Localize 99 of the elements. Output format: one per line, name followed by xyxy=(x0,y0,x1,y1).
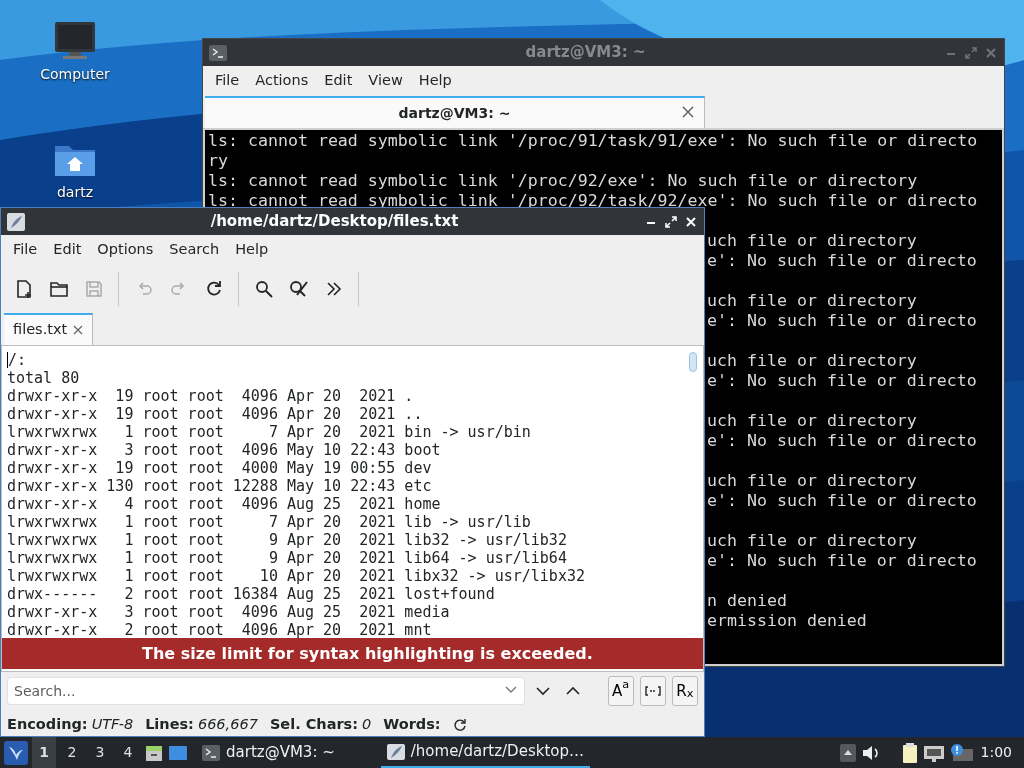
menu-item[interactable]: File xyxy=(5,239,46,261)
terminal-line: n denied xyxy=(707,591,787,611)
terminal-line: e': No such file or directo xyxy=(707,551,977,571)
workspace-button[interactable]: 2 xyxy=(60,737,84,768)
terminal-line: ls: cannot read symbolic link '/proc/92/task/92/exe': No such file or directo xyxy=(208,191,978,211)
task-label: /home/dartz/Desktop… xyxy=(410,741,584,763)
terminal-line: uch file or directory xyxy=(707,531,917,551)
search-icon xyxy=(253,279,274,299)
status-label: Sel. Chars: xyxy=(269,715,359,735)
text-cursor xyxy=(7,352,8,368)
workspace-button[interactable]: 1 xyxy=(32,737,56,768)
terminal-line: e': No such file or directo xyxy=(707,491,977,511)
menu-item[interactable]: View xyxy=(360,70,411,92)
terminal-line: e': No such file or directo xyxy=(707,431,977,451)
terminal-line: uch file or directory xyxy=(707,231,917,251)
status-value: UTF-8 xyxy=(91,715,134,735)
menu-item[interactable]: Edit xyxy=(45,239,90,261)
file-tab[interactable]: files.txt xyxy=(4,313,94,345)
terminal-icon xyxy=(209,44,227,61)
text-line: /: xyxy=(8,351,27,369)
chevron-up-icon xyxy=(566,686,581,696)
status-label: Words: xyxy=(383,715,441,735)
text-line: drwxr-xr-x 3 root root 4096 Aug 25 2021 media xyxy=(7,603,450,621)
floppy-icon xyxy=(83,279,104,299)
scrollbar-thumb[interactable] xyxy=(689,352,697,372)
feather-icon xyxy=(7,212,25,231)
taskbar-task[interactable]: dartz@VM3: ~ xyxy=(196,737,341,768)
terminal-line: uch file or directory xyxy=(707,411,917,431)
icon-label: Computer xyxy=(40,65,110,84)
text-line: drwxr-xr-x 19 root root 4096 Apr 20 2021 . xyxy=(7,387,414,405)
whole-word-button[interactable] xyxy=(639,676,666,706)
close-icon[interactable] xyxy=(682,106,694,118)
status-value: 666,667 xyxy=(197,715,258,735)
text-line: drwxr-xr-x 2 root root 4096 Apr 20 2021 mnt xyxy=(7,621,432,639)
text-line: drwxr-xr-x 130 root root 12288 May 10 22:43 etc xyxy=(7,477,432,495)
window-title: dartz@VM3: ~ xyxy=(524,42,647,64)
monitor-icon[interactable] xyxy=(53,20,97,60)
text-line: lrwxrwxrwx 1 root root 10 Apr 20 2021 libx32 -> usr/libx32 xyxy=(7,567,585,585)
text-line: drwxr-xr-x 3 root root 4096 May 10 22:43 boot xyxy=(7,441,441,459)
terminal-line: ls: cannot read symbolic link '/proc/92/exe': No such file or directory xyxy=(208,171,918,191)
taskbar-task[interactable]: /home/dartz/Desktop… xyxy=(380,737,590,768)
menu-item[interactable]: Options xyxy=(89,239,162,261)
status-label: Encoding: xyxy=(7,715,88,735)
task-label: dartz@VM3: ~ xyxy=(226,742,335,764)
search-field[interactable]: Search... xyxy=(7,677,525,705)
terminal-tab[interactable]: dartz@VM3: ~ xyxy=(205,96,705,128)
text-line: lrwxrwxrwx 1 root root 9 Apr 20 2021 lib64 -> usr/lib64 xyxy=(7,549,567,567)
clipboard-icon[interactable] xyxy=(900,741,919,764)
expand-tray-icon[interactable] xyxy=(838,742,857,763)
terminal-line: e': No such file or directo xyxy=(707,371,977,391)
icon-label: dartz xyxy=(56,183,94,202)
menu-item[interactable]: Help xyxy=(227,239,277,261)
status-label: Lines: xyxy=(145,715,194,735)
caret-icon[interactable] xyxy=(505,686,517,694)
terminal-line: uch file or directory xyxy=(707,291,917,311)
menu-item[interactable]: Edit xyxy=(316,70,361,92)
status-value: 0 xyxy=(362,715,372,735)
menu-item[interactable]: Help xyxy=(410,70,460,92)
terminal-line: e': No such file or directo xyxy=(707,251,977,271)
notification-icon[interactable] xyxy=(948,742,973,763)
text-line: total 80 xyxy=(7,369,80,387)
close-icon[interactable] xyxy=(684,214,698,229)
terminal-line: e': No such file or directo xyxy=(707,311,977,331)
whole-word-icon xyxy=(644,685,661,697)
text-line: drwxr-xr-x 19 root root 4000 May 19 00:55 dev xyxy=(7,459,432,477)
workspace-button[interactable]: 3 xyxy=(88,737,112,768)
text-line: lrwxrwxrwx 1 root root 9 Apr 20 2021 lib32 -> usr/lib32 xyxy=(7,531,567,549)
text-line: lrwxrwxrwx 1 root root 7 Apr 20 2021 lib -> usr/lib xyxy=(7,513,531,531)
terminal-line: uch file or directory xyxy=(707,351,917,371)
search-option-button[interactable]: A$^{a}$ xyxy=(607,676,634,706)
search-replace-icon xyxy=(288,279,309,299)
close-icon[interactable] xyxy=(73,325,84,335)
search-option-button[interactable]: R$_{x}$ xyxy=(671,676,698,706)
terminal-line: ls: cannot read symbolic link '/proc/91/task/91/exe': No such file or directo xyxy=(208,131,978,151)
terminal-line: ermission denied xyxy=(707,611,867,631)
terminal-line: ry xyxy=(208,151,228,171)
start-menu-icon[interactable] xyxy=(4,740,28,765)
warning-banner: The size limit for syntax highlighting is exceeded. xyxy=(2,638,703,669)
workspace-button[interactable]: 4 xyxy=(116,737,140,768)
chevron-down-icon xyxy=(536,686,551,696)
menu-item[interactable]: Actions xyxy=(247,70,317,92)
network-icon[interactable] xyxy=(922,743,945,762)
tab-label: dartz@VM3: ~ xyxy=(398,103,511,123)
text-area[interactable] xyxy=(1,345,704,672)
folder-icon xyxy=(48,279,69,299)
volume-icon[interactable] xyxy=(860,743,881,762)
terminal-line: uch file or directory xyxy=(707,471,917,491)
window-title: /home/dartz/Desktop/files.txt xyxy=(209,211,460,233)
text-line: drwxr-xr-x 19 root root 4096 Apr 20 2021 .. xyxy=(7,405,423,423)
text-line: lrwxrwxrwx 1 root root 7 Apr 20 2021 bin -> usr/bin xyxy=(7,423,531,441)
refresh-icon[interactable] xyxy=(452,718,467,732)
feather-icon xyxy=(386,743,405,760)
menu-item[interactable]: Search xyxy=(161,239,228,261)
tab-label: files.txt xyxy=(13,320,68,340)
clock: 1:00 xyxy=(980,743,1012,762)
terminal-icon xyxy=(202,744,220,761)
menu-item[interactable]: File xyxy=(207,70,248,92)
text-line: drwxr-xr-x 4 root root 4096 Aug 25 2021 home xyxy=(7,495,441,513)
text-line: drwx------ 2 root root 16384 Aug 25 2021 lost+found xyxy=(7,585,495,603)
